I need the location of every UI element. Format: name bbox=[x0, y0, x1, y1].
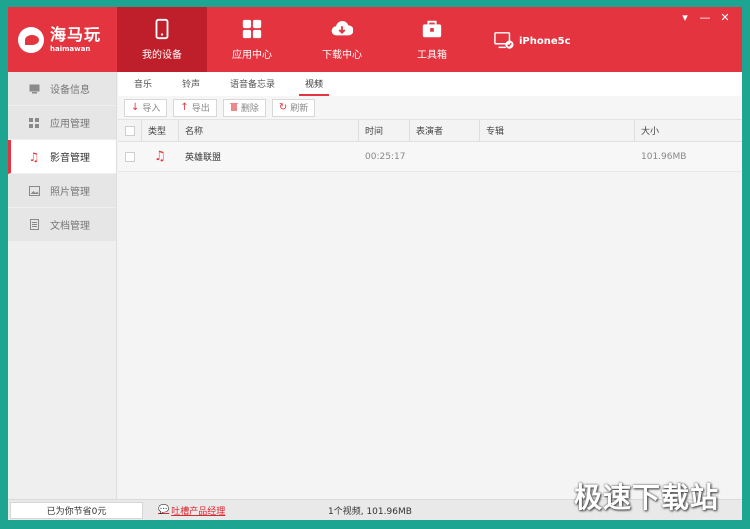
file-summary: 1个视频, 101.96MB bbox=[328, 506, 412, 517]
device-connected-icon bbox=[494, 32, 514, 49]
close-icon[interactable]: ✕ bbox=[718, 11, 732, 23]
table-row[interactable]: ♫ 英雄联盟 00:25:17 101.96MB bbox=[118, 142, 742, 172]
sidebar-item-app-manage[interactable]: 应用管理 bbox=[8, 106, 116, 140]
nav-download-center[interactable]: 下载中心 bbox=[297, 7, 387, 72]
toolbar: ↓ 导入 ↑ 导出 删除 ↻ 刷新 bbox=[118, 96, 742, 120]
document-icon bbox=[28, 219, 40, 231]
refresh-button[interactable]: ↻ 刷新 bbox=[271, 98, 316, 117]
main-panel: 音乐 铃声 语音备忘录 视频 ↓ 导入 ↑ 导出 删除 ↻ 刷新 类型 名称 时… bbox=[118, 72, 742, 499]
delete-label: 删除 bbox=[240, 104, 259, 114]
sidebar-item-photo-manage[interactable]: 照片管理 bbox=[8, 174, 116, 208]
sidebar-item-media-manage[interactable]: ♫ 影音管理 bbox=[8, 140, 116, 174]
arrow-up-icon: ↑ bbox=[180, 102, 189, 113]
header-type[interactable]: 类型 bbox=[142, 120, 179, 141]
phone-icon bbox=[155, 18, 169, 40]
arrow-down-icon: ↓ bbox=[131, 102, 140, 113]
connected-device[interactable]: iPhone5c bbox=[493, 31, 571, 51]
header-time[interactable]: 时间 bbox=[359, 120, 410, 141]
logo-text: 海马玩 bbox=[50, 25, 102, 44]
music-note-icon: ♫ bbox=[28, 149, 40, 164]
header: 海马玩 haimawan 我的设备 应用中心 下载中心 工具箱 iPhone5c… bbox=[8, 7, 742, 72]
savings-text: 已为你节省0元 bbox=[10, 501, 143, 519]
table-header: 类型 名称 时间 表演者 专辑 大小 bbox=[118, 120, 742, 142]
refresh-label: 刷新 bbox=[290, 104, 309, 114]
trash-icon bbox=[229, 102, 238, 114]
tab-music[interactable]: 音乐 bbox=[128, 74, 158, 96]
top-nav: 我的设备 应用中心 下载中心 工具箱 bbox=[117, 7, 477, 72]
row-name: 英雄联盟 bbox=[185, 153, 222, 163]
sidebar-item-label: 文档管理 bbox=[50, 221, 90, 232]
row-artist bbox=[410, 142, 480, 171]
nav-app-center[interactable]: 应用中心 bbox=[207, 7, 297, 72]
row-size: 101.96MB bbox=[641, 151, 687, 162]
delete-button[interactable]: 删除 bbox=[222, 98, 266, 117]
row-checkbox[interactable] bbox=[125, 151, 135, 162]
import-button[interactable]: ↓ 导入 bbox=[124, 98, 168, 117]
sidebar-item-label: 影音管理 bbox=[50, 153, 90, 164]
sidebar-item-label: 应用管理 bbox=[50, 119, 90, 130]
export-label: 导出 bbox=[191, 104, 210, 114]
tab-voice-memo[interactable]: 语音备忘录 bbox=[224, 74, 281, 96]
apps-icon bbox=[28, 117, 40, 129]
sidebar-item-label: 照片管理 bbox=[50, 187, 90, 198]
sidebar-item-doc-manage[interactable]: 文档管理 bbox=[8, 208, 116, 242]
device-name: iPhone5c bbox=[519, 35, 571, 47]
import-label: 导入 bbox=[142, 104, 161, 114]
watermark: 极速下载站 bbox=[574, 481, 720, 514]
refresh-icon: ↻ bbox=[278, 102, 288, 113]
monitor-icon bbox=[28, 83, 40, 95]
export-button[interactable]: ↑ 导出 bbox=[173, 98, 217, 117]
sidebar-item-label: 设备信息 bbox=[50, 85, 90, 96]
music-note-icon: ♫ bbox=[154, 149, 166, 164]
tab-ringtone[interactable]: 铃声 bbox=[176, 74, 206, 96]
photo-icon bbox=[28, 185, 40, 197]
nav-label: 下载中心 bbox=[322, 50, 362, 61]
header-artist[interactable]: 表演者 bbox=[410, 120, 480, 141]
tab-video[interactable]: 视频 bbox=[299, 74, 330, 96]
app-window: 海马玩 haimawan 我的设备 应用中心 下载中心 工具箱 iPhone5c… bbox=[8, 7, 742, 520]
select-all-checkbox[interactable] bbox=[124, 125, 135, 136]
header-size[interactable]: 大小 bbox=[635, 120, 742, 141]
toolbox-icon bbox=[422, 20, 442, 38]
header-album[interactable]: 专辑 bbox=[480, 120, 635, 141]
logo-icon bbox=[18, 27, 44, 53]
logo: 海马玩 haimawan bbox=[18, 19, 118, 61]
chat-bubble-icon: 💬 bbox=[158, 505, 170, 515]
nav-label: 应用中心 bbox=[232, 50, 272, 61]
feedback-link[interactable]: 💬 吐槽产品经理 bbox=[158, 504, 225, 517]
row-album bbox=[480, 142, 635, 171]
grid-icon bbox=[242, 19, 262, 39]
media-tabs: 音乐 铃声 语音备忘录 视频 bbox=[118, 72, 742, 96]
sidebar-item-device-info[interactable]: 设备信息 bbox=[8, 72, 116, 106]
window-controls: ▾ — ✕ bbox=[678, 11, 732, 23]
sidebar: 设备信息 应用管理 ♫ 影音管理 照片管理 文档管理 bbox=[8, 72, 117, 499]
nav-my-device[interactable]: 我的设备 bbox=[117, 7, 207, 72]
nav-label: 工具箱 bbox=[417, 50, 447, 61]
row-time: 00:25:17 bbox=[365, 151, 406, 162]
menu-dropdown-icon[interactable]: ▾ bbox=[678, 11, 692, 23]
feedback-label: 吐槽产品经理 bbox=[171, 506, 226, 517]
nav-label: 我的设备 bbox=[142, 50, 182, 61]
nav-toolbox[interactable]: 工具箱 bbox=[387, 7, 477, 72]
logo-subtext: haimawan bbox=[50, 45, 91, 53]
minimize-icon[interactable]: — bbox=[698, 11, 712, 23]
cloud-download-icon bbox=[331, 21, 353, 36]
header-name[interactable]: 名称 bbox=[179, 120, 359, 141]
